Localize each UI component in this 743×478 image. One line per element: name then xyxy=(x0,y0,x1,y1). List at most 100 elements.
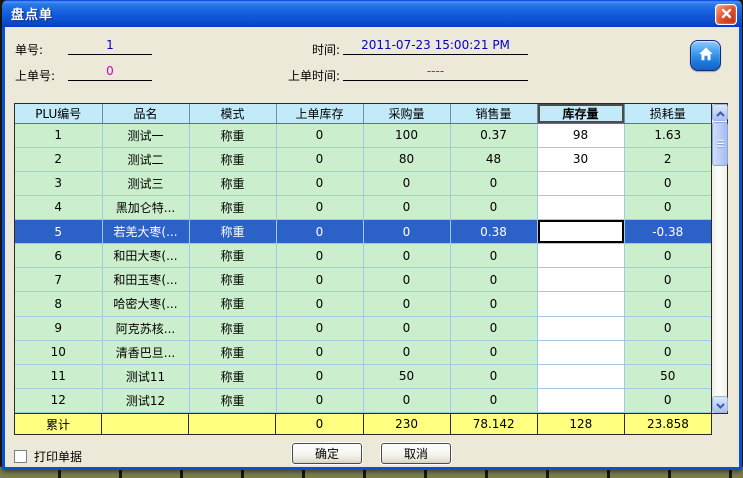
table-row[interactable]: 4黑加仑特...称重0000 xyxy=(15,195,711,219)
stock-cell[interactable] xyxy=(537,171,624,195)
grid-cell[interactable]: 0 xyxy=(276,292,363,316)
stock-cell[interactable] xyxy=(537,292,624,316)
table-row[interactable]: 8哈密大枣(...称重0000 xyxy=(15,292,711,316)
grid-cell[interactable]: 100 xyxy=(363,123,450,147)
grid-cell[interactable]: 0 xyxy=(624,340,711,364)
grid-cell[interactable]: 0 xyxy=(363,340,450,364)
grid-cell[interactable]: 测试11 xyxy=(102,364,189,388)
stock-cell[interactable]: 30 xyxy=(537,147,624,171)
grid-cell[interactable]: 1.63 xyxy=(624,123,711,147)
grid-cell[interactable]: 0.37 xyxy=(450,123,537,147)
column-header-3[interactable]: 模式 xyxy=(189,104,276,123)
table-row[interactable]: 12测试12称重0000 xyxy=(15,388,711,412)
grid-cell[interactable]: 0 xyxy=(363,388,450,412)
grid-cell[interactable]: 48 xyxy=(450,147,537,171)
grid-cell[interactable]: 称重 xyxy=(189,364,276,388)
grid-cell[interactable]: 0 xyxy=(363,268,450,292)
grid-cell[interactable]: 称重 xyxy=(189,292,276,316)
grid-cell[interactable]: 哈密大枣(... xyxy=(102,292,189,316)
table-row[interactable]: 6和田大枣(...称重0000 xyxy=(15,244,711,268)
column-header-6[interactable]: 销售量 xyxy=(450,104,537,123)
grid-cell[interactable]: 0 xyxy=(363,220,450,244)
scroll-up-button[interactable] xyxy=(712,104,728,121)
grid-cell[interactable]: 若羌大枣(... xyxy=(102,220,189,244)
grid-cell[interactable]: 称重 xyxy=(189,171,276,195)
grid-cell[interactable]: 4 xyxy=(15,195,102,219)
grid-cell[interactable]: 和田玉枣(... xyxy=(102,268,189,292)
grid-cell[interactable]: 0.38 xyxy=(450,220,537,244)
scroll-thumb[interactable] xyxy=(712,122,728,166)
grid-cell[interactable]: 11 xyxy=(15,364,102,388)
grid-cell[interactable]: 2 xyxy=(15,147,102,171)
grid-cell[interactable]: 80 xyxy=(363,147,450,171)
table-row[interactable]: 1测试一称重01000.37981.63 xyxy=(15,123,711,147)
grid-cell[interactable]: 0 xyxy=(363,171,450,195)
grid-cell[interactable]: 称重 xyxy=(189,195,276,219)
column-header-7[interactable]: 库存量 xyxy=(537,104,624,123)
column-header-4[interactable]: 上单库存 xyxy=(276,104,363,123)
stock-cell[interactable] xyxy=(537,244,624,268)
table-row[interactable]: 7和田玉枣(...称重0000 xyxy=(15,268,711,292)
grid-cell[interactable]: 清香巴旦... xyxy=(102,340,189,364)
grid-cell[interactable]: 0 xyxy=(276,364,363,388)
grid-cell[interactable]: 50 xyxy=(624,364,711,388)
grid-cell[interactable]: 0 xyxy=(276,171,363,195)
grid-cell[interactable]: 称重 xyxy=(189,268,276,292)
grid-cell[interactable]: 0 xyxy=(450,388,537,412)
stock-cell[interactable] xyxy=(537,340,624,364)
table-row[interactable]: 9阿克苏核...称重0000 xyxy=(15,316,711,340)
grid-cell[interactable]: 12 xyxy=(15,388,102,412)
grid-cell[interactable]: 0 xyxy=(624,268,711,292)
vertical-scrollbar[interactable] xyxy=(711,104,727,413)
cancel-button[interactable]: 取消 xyxy=(381,443,451,464)
grid-cell[interactable]: 0 xyxy=(276,195,363,219)
grid-cell[interactable]: 3 xyxy=(15,171,102,195)
grid-cell[interactable]: 0 xyxy=(276,244,363,268)
grid-cell[interactable]: 称重 xyxy=(189,244,276,268)
grid-cell[interactable]: 0 xyxy=(276,388,363,412)
grid-cell[interactable]: 称重 xyxy=(189,220,276,244)
scroll-down-button[interactable] xyxy=(712,396,728,413)
grid-cell[interactable]: 0 xyxy=(276,340,363,364)
grid-cell[interactable]: 称重 xyxy=(189,147,276,171)
grid-cell[interactable]: 0 xyxy=(363,244,450,268)
grid-cell[interactable]: 0 xyxy=(450,340,537,364)
column-header-8[interactable]: 损耗量 xyxy=(624,104,711,123)
grid-cell[interactable]: 2 xyxy=(624,147,711,171)
grid-cell[interactable]: 0 xyxy=(276,316,363,340)
grid-cell[interactable]: 和田大枣(... xyxy=(102,244,189,268)
column-header-1[interactable]: PLU编号 xyxy=(15,104,102,123)
grid-cell[interactable]: 0 xyxy=(624,316,711,340)
stock-cell[interactable] xyxy=(537,220,624,244)
stock-cell[interactable]: 98 xyxy=(537,123,624,147)
grid-cell[interactable]: 称重 xyxy=(189,123,276,147)
grid-cell[interactable]: 0 xyxy=(450,292,537,316)
grid-cell[interactable]: 9 xyxy=(15,316,102,340)
grid-cell[interactable]: 0 xyxy=(276,123,363,147)
grid-cell[interactable]: 6 xyxy=(15,244,102,268)
grid-cell[interactable]: 7 xyxy=(15,268,102,292)
grid-cell[interactable]: 0 xyxy=(363,195,450,219)
grid-cell[interactable]: 测试二 xyxy=(102,147,189,171)
grid-cell[interactable]: 0 xyxy=(450,364,537,388)
close-button[interactable] xyxy=(715,4,737,25)
grid-cell[interactable]: 称重 xyxy=(189,316,276,340)
grid-cell[interactable]: 1 xyxy=(15,123,102,147)
grid-cell[interactable]: 称重 xyxy=(189,388,276,412)
grid-cell[interactable]: 测试一 xyxy=(102,123,189,147)
stock-cell[interactable] xyxy=(537,364,624,388)
grid-cell[interactable]: 0 xyxy=(450,268,537,292)
table-row[interactable]: 2测试二称重08048302 xyxy=(15,147,711,171)
grid-cell[interactable]: 0 xyxy=(276,268,363,292)
stock-cell[interactable] xyxy=(537,268,624,292)
print-checkbox[interactable] xyxy=(14,450,27,463)
ok-button[interactable]: 确定 xyxy=(292,443,362,464)
grid-cell[interactable]: 50 xyxy=(363,364,450,388)
grid-cell[interactable]: 黑加仑特... xyxy=(102,195,189,219)
grid-cell[interactable]: 0 xyxy=(624,171,711,195)
stock-cell[interactable] xyxy=(537,388,624,412)
grid-cell[interactable]: 0 xyxy=(624,195,711,219)
stock-cell[interactable] xyxy=(537,316,624,340)
grid-cell[interactable]: 10 xyxy=(15,340,102,364)
grid-cell[interactable]: 0 xyxy=(450,244,537,268)
